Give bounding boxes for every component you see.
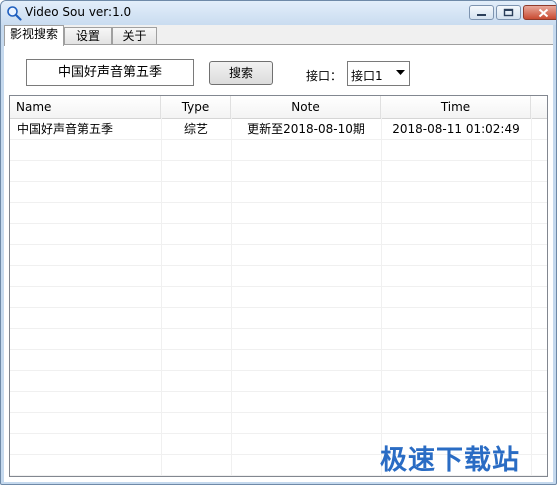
maximize-icon <box>503 8 514 17</box>
grid-line <box>10 391 547 392</box>
grid-line <box>10 139 547 140</box>
close-icon <box>538 8 548 17</box>
grid-line <box>10 223 547 224</box>
grid-line <box>10 244 547 245</box>
port-select[interactable]: 接口1 <box>347 61 410 86</box>
dropdown-arrow-icon <box>396 70 405 75</box>
grid-line <box>231 118 232 476</box>
table-row[interactable]: 中国好声音第五季 综艺 更新至2018-08-10期 2018-08-11 01… <box>10 119 547 139</box>
grid-line <box>10 370 547 371</box>
grid-line <box>10 328 547 329</box>
title-bar[interactable]: Video Sou ver:1.0 <box>1 1 556 25</box>
minimize-button[interactable] <box>469 5 494 20</box>
search-button[interactable]: 搜索 <box>209 61 273 85</box>
maximize-button[interactable] <box>496 5 521 20</box>
table-header: Name Type Note Time <box>10 96 547 119</box>
client-area: 影视搜索 设置 关于 中国好声音第五季 搜索 接口： 接口1 Name Type… <box>4 25 553 482</box>
grid-line <box>10 160 547 161</box>
search-panel: 中国好声音第五季 搜索 接口： 接口1 Name Type Note Time <box>4 44 553 482</box>
grid-line <box>10 181 547 182</box>
column-header-name[interactable]: Name <box>10 96 161 118</box>
search-input[interactable]: 中国好声音第五季 <box>26 59 194 86</box>
grid-line <box>10 265 547 266</box>
window-title: Video Sou ver:1.0 <box>25 5 132 19</box>
magnifier-icon <box>7 6 22 21</box>
cell-name: 中国好声音第五季 <box>17 122 114 136</box>
minimize-icon <box>477 14 486 16</box>
tab-video-search[interactable]: 影视搜索 <box>4 25 64 46</box>
tab-settings[interactable]: 设置 <box>64 27 112 44</box>
app-window: Video Sou ver:1.0 影视搜索 设置 关于 中国好声音第五季 搜索… <box>0 0 557 485</box>
grid-line <box>10 412 547 413</box>
cell-time: 2018-08-11 01:02:49 <box>392 122 520 136</box>
grid-line <box>10 349 547 350</box>
grid-line <box>10 202 547 203</box>
port-label: 接口： <box>306 69 343 83</box>
grid-line <box>531 118 532 476</box>
tab-about[interactable]: 关于 <box>112 27 157 44</box>
watermark-logo: 极速下载站 <box>380 445 520 476</box>
cell-type: 综艺 <box>183 122 208 136</box>
grid-line <box>10 433 547 434</box>
column-header-note[interactable]: Note <box>231 96 381 118</box>
column-header-type[interactable]: Type <box>161 96 231 118</box>
cell-note: 更新至2018-08-10期 <box>247 122 365 136</box>
results-table: Name Type Note Time 中国好声音第五季 综艺 更新至2018-… <box>9 95 548 477</box>
port-selected-value: 接口1 <box>351 69 383 83</box>
column-header-time[interactable]: Time <box>381 96 531 118</box>
grid-line <box>10 286 547 287</box>
grid-line <box>161 118 162 476</box>
grid-line <box>10 307 547 308</box>
grid-line <box>381 118 382 476</box>
tab-strip: 影视搜索 设置 关于 <box>4 25 553 46</box>
close-button[interactable] <box>523 5 556 20</box>
